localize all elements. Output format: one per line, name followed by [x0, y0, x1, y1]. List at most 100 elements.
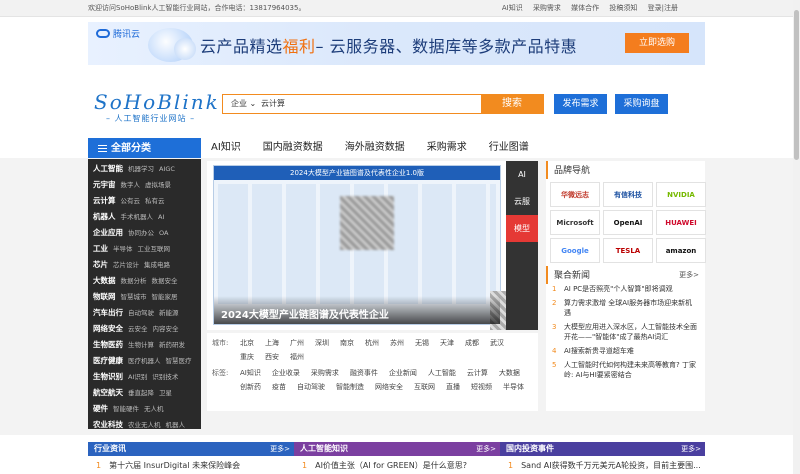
- news-title[interactable]: 大模型应用进入深水区，人工智能技术全面开花——"智能体"成了最热AI词汇: [564, 322, 699, 342]
- category-sub[interactable]: 虚拟场景: [145, 181, 171, 189]
- agg-news-more[interactable]: 更多>: [679, 270, 699, 280]
- category-main[interactable]: 大数据: [93, 276, 116, 285]
- tag-link[interactable]: 云计算: [467, 366, 488, 380]
- news-item[interactable]: 5 人工智能时代如何构建未来高等教育? 丁家岭: AI与HI要紧密结合: [552, 360, 699, 380]
- tag-link[interactable]: 采购需求: [311, 366, 339, 380]
- category-main[interactable]: 航空航天: [93, 388, 123, 397]
- tag-link[interactable]: 短视频: [471, 380, 492, 394]
- news-item[interactable]: 3 大模型应用进入深水区，人工智能技术全面开花——"智能体"成了最热AI词汇: [552, 322, 699, 342]
- category-main[interactable]: 汽车出行: [93, 308, 123, 317]
- industry-news-item[interactable]: 1 第十六届 InsurDigital 未来保险峰会: [96, 460, 292, 471]
- category-sub[interactable]: 芯片设计: [113, 261, 139, 269]
- top-link-submit[interactable]: 投稿须知: [609, 4, 637, 12]
- category-row[interactable]: 工业 半导体 工业互联网: [88, 241, 201, 257]
- news-title[interactable]: 算力需求激增 全球AI服务器市场迎来新机遇: [564, 298, 699, 318]
- category-sub[interactable]: 机器人: [166, 421, 186, 429]
- category-row[interactable]: 网络安全 云安全 内容安全: [88, 321, 201, 337]
- category-row[interactable]: 农业科技 农业无人机 机器人: [88, 417, 201, 433]
- tag-link[interactable]: 企业新闻: [389, 366, 417, 380]
- category-sub[interactable]: 集成电路: [144, 261, 170, 269]
- category-sub[interactable]: 卫星: [159, 389, 172, 397]
- inquiry-button[interactable]: 采购询盘: [615, 94, 668, 114]
- tag-link[interactable]: 融资事件: [350, 366, 378, 380]
- category-sub[interactable]: 智慧城市: [121, 293, 147, 301]
- category-row[interactable]: 芯片 芯片设计 集成电路: [88, 257, 201, 273]
- news-item[interactable]: 4 AI搜索新贵寻道超车难: [552, 346, 699, 356]
- tag-link[interactable]: 自动驾驶: [297, 380, 325, 394]
- brand-logo[interactable]: Google: [550, 238, 600, 263]
- carousel-tab-ai[interactable]: AI: [506, 161, 538, 188]
- tag-link[interactable]: 智能制造: [336, 380, 364, 394]
- brand-logo[interactable]: HUAWEI: [656, 210, 706, 235]
- tag-link[interactable]: 人工智能: [428, 366, 456, 380]
- category-sub[interactable]: 数据安全: [152, 277, 178, 285]
- city-link[interactable]: 苏州: [390, 336, 404, 350]
- category-main[interactable]: 企业应用: [93, 228, 123, 237]
- category-sub[interactable]: 新能源: [159, 309, 179, 317]
- brand-logo[interactable]: Microsoft: [550, 210, 600, 235]
- category-main[interactable]: 硬件: [93, 404, 108, 413]
- category-sub[interactable]: 农业无人机: [128, 421, 161, 429]
- category-row[interactable]: 物联网 智慧城市 智能家居: [88, 289, 201, 305]
- page-scrollbar[interactable]: [793, 0, 800, 474]
- scrollbar-thumb[interactable]: [794, 10, 799, 160]
- category-sub[interactable]: 半导体: [113, 245, 133, 253]
- news-title[interactable]: AI PC是否照亮"个人智算"即将调观: [564, 284, 699, 294]
- category-row[interactable]: 医疗健康 医疗机器人 智慧医疗: [88, 353, 201, 369]
- top-link-ai-knowledge[interactable]: AI知识: [502, 4, 523, 12]
- news-item[interactable]: 2 算力需求激增 全球AI服务器市场迎来新机遇: [552, 298, 699, 318]
- tag-link[interactable]: 互联网: [414, 380, 435, 394]
- carousel-tab-cloud[interactable]: 云服: [506, 188, 538, 215]
- category-sub[interactable]: 手术机器人: [121, 213, 154, 221]
- site-logo[interactable]: SoHoBlink – 人工智能行业网站 –: [94, 90, 220, 124]
- carousel-image[interactable]: 2024大模型产业链图谱及代表性企业1.0版 2024大模型产业链图谱及代表性企…: [213, 165, 506, 330]
- category-sub[interactable]: 自动驾驶: [128, 309, 154, 317]
- city-link[interactable]: 南京: [340, 336, 354, 350]
- brand-logo[interactable]: 有信科技: [603, 182, 653, 207]
- tag-link[interactable]: 半导体: [503, 380, 524, 394]
- category-row[interactable]: 硬件 智能硬件 无人机: [88, 401, 201, 417]
- city-link[interactable]: 天津: [440, 336, 454, 350]
- category-main[interactable]: 医疗健康: [93, 356, 123, 365]
- category-row[interactable]: 云计算 公有云 私有云: [88, 193, 201, 209]
- brand-logo[interactable]: OpenAI: [603, 210, 653, 235]
- ad-banner[interactable]: 腾讯云 云产品精选福利– 云服务器、数据库等多款产品特惠 立即选购: [88, 22, 705, 65]
- search-type-select[interactable]: 企业 ⌄: [223, 95, 257, 113]
- category-main[interactable]: 物联网: [93, 292, 116, 301]
- category-row[interactable]: 汽车出行 自动驾驶 新能源: [88, 305, 201, 321]
- brand-logo[interactable]: TESLA: [603, 238, 653, 263]
- brand-logo[interactable]: 华微远志: [550, 182, 600, 207]
- category-row[interactable]: 机器人 手术机器人 AI: [88, 209, 201, 225]
- tag-link[interactable]: AI知识: [240, 366, 261, 380]
- category-row[interactable]: 企业应用 协同办公 OA: [88, 225, 201, 241]
- nav-domestic-funding[interactable]: 国内融资数据: [263, 138, 323, 158]
- category-row[interactable]: 人工智能 机器学习 AIGC: [88, 161, 201, 177]
- category-main[interactable]: 芯片: [93, 260, 108, 269]
- category-sub[interactable]: AI: [158, 213, 164, 221]
- nav-industry-map[interactable]: 行业图谱: [489, 138, 529, 158]
- category-main[interactable]: 人工智能: [93, 164, 123, 173]
- carousel[interactable]: 2024大模型产业链图谱及代表性企业1.0版 2024大模型产业链图谱及代表性企…: [207, 161, 538, 330]
- city-link[interactable]: 无锡: [415, 336, 429, 350]
- category-sub[interactable]: 内容安全: [153, 325, 179, 333]
- category-sub[interactable]: OA: [159, 229, 168, 237]
- nav-ai-knowledge[interactable]: AI知识: [211, 138, 241, 158]
- category-sub[interactable]: 云安全: [128, 325, 148, 333]
- category-sub[interactable]: AI识别: [128, 373, 147, 381]
- category-sub[interactable]: 生物计算: [128, 341, 154, 349]
- category-sub[interactable]: 无人机: [144, 405, 164, 413]
- category-sub[interactable]: 私有云: [145, 197, 165, 205]
- city-link[interactable]: 杭州: [365, 336, 379, 350]
- category-main[interactable]: 生物医药: [93, 340, 123, 349]
- ad-buy-button[interactable]: 立即选购: [625, 33, 689, 53]
- tag-link[interactable]: 直播: [446, 380, 460, 394]
- category-sub[interactable]: 新药研发: [159, 341, 185, 349]
- news-title[interactable]: 人工智能时代如何构建未来高等教育? 丁家岭: AI与HI要紧密结合: [564, 360, 699, 380]
- tag-link[interactable]: 创新药: [240, 380, 261, 394]
- category-row[interactable]: 元宇宙 数字人 虚拟场景: [88, 177, 201, 193]
- all-categories-button[interactable]: 全部分类: [88, 138, 201, 159]
- tag-link[interactable]: 大数据: [499, 366, 520, 380]
- category-sub[interactable]: 智能家居: [152, 293, 178, 301]
- news-title[interactable]: AI搜索新贵寻道超车难: [564, 346, 699, 356]
- search-button[interactable]: 搜索: [481, 95, 543, 113]
